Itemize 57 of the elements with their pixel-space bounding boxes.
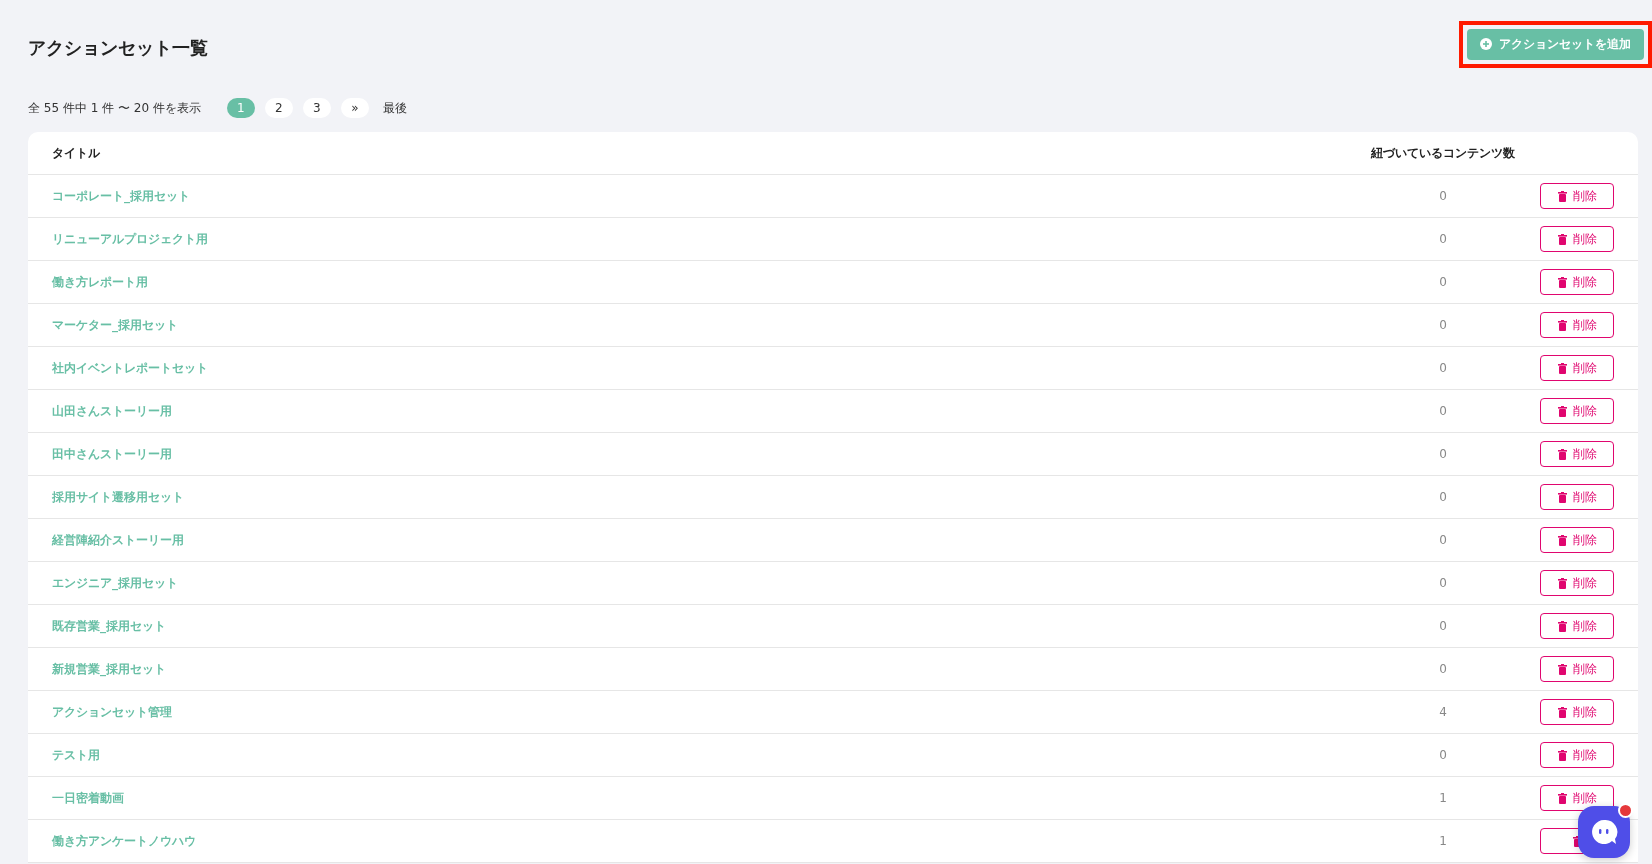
content-count: 4: [1439, 705, 1447, 719]
trash-icon: [1557, 276, 1567, 288]
delete-button[interactable]: 削除: [1540, 355, 1614, 381]
last-page-link[interactable]: 最後: [382, 99, 407, 117]
trash-icon: [1557, 534, 1567, 546]
trash-icon: [1557, 792, 1567, 804]
content-count: 0: [1439, 318, 1447, 332]
trash-icon: [1557, 491, 1567, 503]
trash-icon: [1557, 233, 1567, 245]
page-button[interactable]: 2: [264, 98, 293, 118]
column-header: 紐づいているコンテンツ数: [1371, 144, 1515, 162]
delete-button[interactable]: 削除: [1540, 785, 1614, 811]
delete-button[interactable]: 削除: [1540, 312, 1614, 338]
trash-icon: [1557, 405, 1567, 417]
delete-button[interactable]: 削除: [1540, 183, 1614, 209]
content-count: 0: [1439, 447, 1447, 461]
column-header: タイトル: [52, 144, 100, 162]
content-count: 0: [1439, 748, 1447, 762]
plus-circle-icon: [1480, 38, 1492, 50]
delete-button[interactable]: 削除: [1540, 484, 1614, 510]
content-count: 0: [1439, 361, 1447, 375]
page-button[interactable]: 3: [302, 98, 331, 118]
content-count: 0: [1439, 662, 1447, 676]
delete-button[interactable]: 削除: [1540, 398, 1614, 424]
delete-button[interactable]: 削除: [1540, 527, 1614, 553]
delete-button[interactable]: 削除: [1540, 570, 1614, 596]
trash-icon: [1557, 663, 1567, 675]
delete-button[interactable]: 削除: [1540, 226, 1614, 252]
content-count: 1: [1439, 834, 1447, 848]
trash-icon: [1557, 706, 1567, 718]
result-summary: 全 55 件中 1 件 〜 20 件を表示: [28, 99, 201, 117]
content-count: 0: [1439, 275, 1447, 289]
delete-button[interactable]: 削除: [1540, 613, 1614, 639]
page-title: アクションセット一覧: [28, 36, 208, 60]
trash-icon: [1557, 577, 1567, 589]
delete-button[interactable]: 削除: [1540, 269, 1614, 295]
content-count: 0: [1439, 533, 1447, 547]
content-count: 0: [1439, 619, 1447, 633]
content-count: 1: [1439, 791, 1447, 805]
chat-bubble-icon: [1589, 818, 1619, 846]
content-count: 0: [1439, 404, 1447, 418]
trash-icon: [1557, 620, 1567, 632]
content-count: 0: [1439, 232, 1447, 246]
content-count: 0: [1439, 490, 1447, 504]
trash-icon: [1557, 319, 1567, 331]
trash-icon: [1557, 749, 1567, 761]
delete-button[interactable]: 削除: [1540, 656, 1614, 682]
content-count: 0: [1439, 576, 1447, 590]
trash-icon: [1557, 362, 1567, 374]
trash-icon: [1557, 448, 1567, 460]
delete-button[interactable]: 削除: [1540, 699, 1614, 725]
trash-icon: [1557, 190, 1567, 202]
delete-button[interactable]: 削除: [1540, 742, 1614, 768]
page-button[interactable]: »: [340, 98, 369, 118]
chat-widget-popup[interactable]: [1578, 806, 1630, 858]
content-count: 0: [1439, 189, 1447, 203]
delete-button[interactable]: 削除: [1540, 441, 1614, 467]
